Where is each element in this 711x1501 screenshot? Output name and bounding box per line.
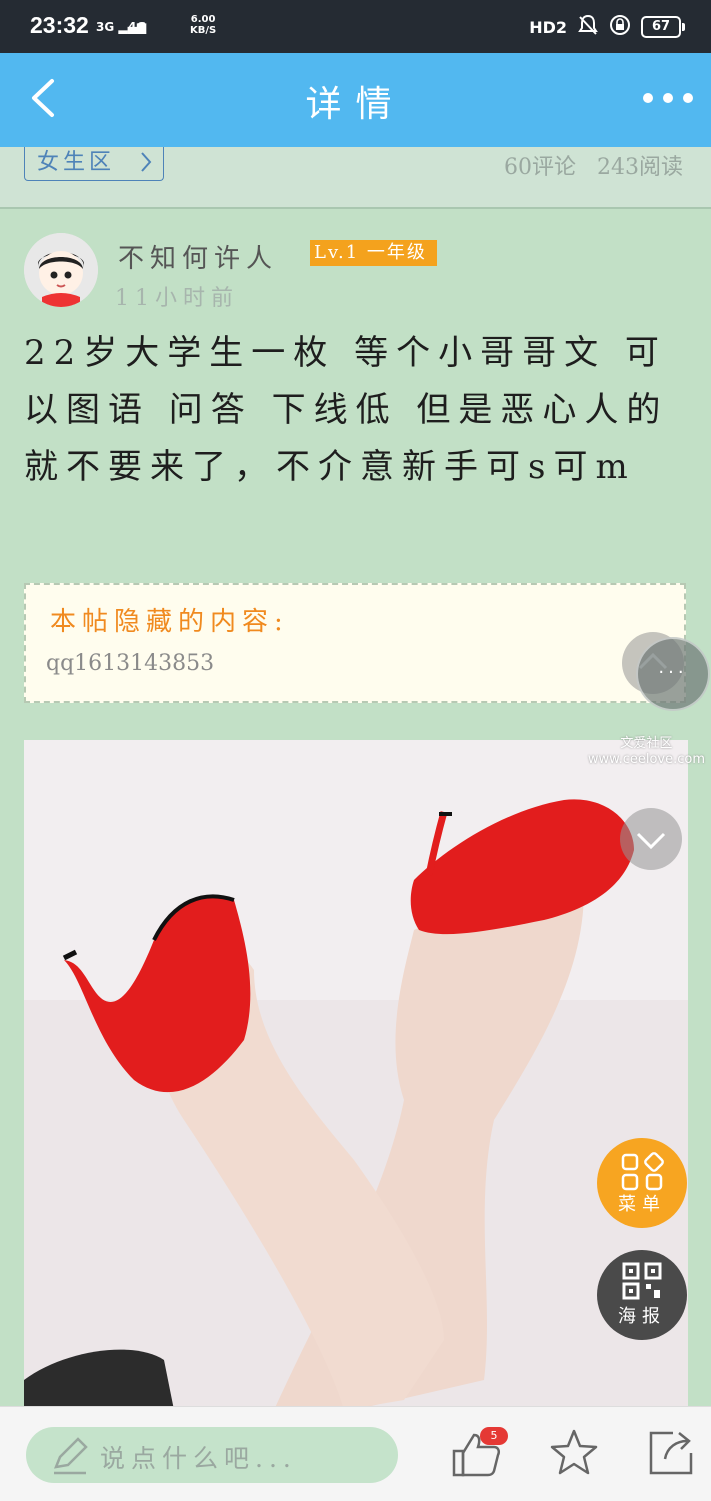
post-time: 11小时前 — [115, 286, 239, 311]
hidden-content-title: 本帖隐藏的内容: — [50, 607, 289, 637]
favorite-button[interactable] — [548, 1427, 600, 1479]
net-speed: 6.00 KB/S — [190, 14, 217, 36]
like-count-badge: 5 — [480, 1427, 508, 1445]
more-options-button[interactable] — [643, 81, 693, 115]
post-stats: 60评论 243阅读 — [504, 149, 683, 181]
comment-count: 60评论 — [504, 155, 576, 180]
level-badge: Lv.1 一年级 — [310, 240, 437, 266]
grid-icon — [621, 1152, 664, 1191]
author-name[interactable]: 不知何许人 — [118, 238, 278, 275]
lock-rotation-icon — [609, 14, 631, 40]
post-image[interactable] — [24, 740, 688, 1410]
post-content: 22岁大学生一枚 等个小哥哥文 可以图语 问答 下线低 但是恶心人的就不要来了，… — [24, 333, 669, 487]
menu-label: 菜单 — [618, 1194, 666, 1215]
section-tag[interactable]: 女生区 — [24, 147, 164, 181]
site-watermark: 文爱社区 www.ceelove.com — [587, 736, 705, 767]
clock: 23:32 — [30, 12, 89, 38]
read-count: 243阅读 — [597, 155, 683, 180]
avatar[interactable] — [24, 233, 98, 307]
battery-icon: 67 — [641, 16, 685, 38]
page-title: 详情 — [305, 84, 406, 125]
app-header: 详情 — [0, 53, 711, 147]
pencil-icon — [54, 1437, 88, 1475]
qr-code-icon — [622, 1262, 662, 1300]
hidden-content-box: 本帖隐藏的内容: qq1613143853 — [24, 583, 686, 703]
bottom-action-bar: 说点什么吧... 5 — [0, 1406, 711, 1501]
poster-label: 海报 — [618, 1306, 666, 1327]
star-icon — [550, 1429, 598, 1475]
share-button[interactable] — [645, 1427, 697, 1479]
red-heels-photo — [24, 740, 688, 1410]
bell-muted-icon — [577, 14, 599, 40]
signal-4g-label: 4G — [128, 20, 147, 34]
comment-input[interactable]: 说点什么吧... — [26, 1427, 398, 1483]
hd-icon: HD2 — [529, 17, 567, 37]
scroll-down-button[interactable] — [620, 808, 682, 870]
post-meta-bar: 女生区 60评论 243阅读 — [0, 147, 711, 209]
poster-button[interactable]: 海报 — [597, 1250, 687, 1340]
status-bar: 23:32 3G ▂▄▆ 6.00 KB/S 4G HD2 67 — [0, 0, 711, 53]
hidden-content-value: qq1613143853 — [46, 651, 215, 676]
more-dots-icon — [643, 93, 653, 103]
chevron-down-icon — [636, 832, 666, 850]
chevron-right-icon — [139, 147, 153, 187]
menu-button[interactable]: 菜单 — [597, 1138, 687, 1228]
share-icon — [649, 1431, 693, 1475]
comment-placeholder: 说点什么吧... — [100, 1444, 297, 1473]
floating-more-button[interactable]: ··· — [636, 637, 710, 711]
